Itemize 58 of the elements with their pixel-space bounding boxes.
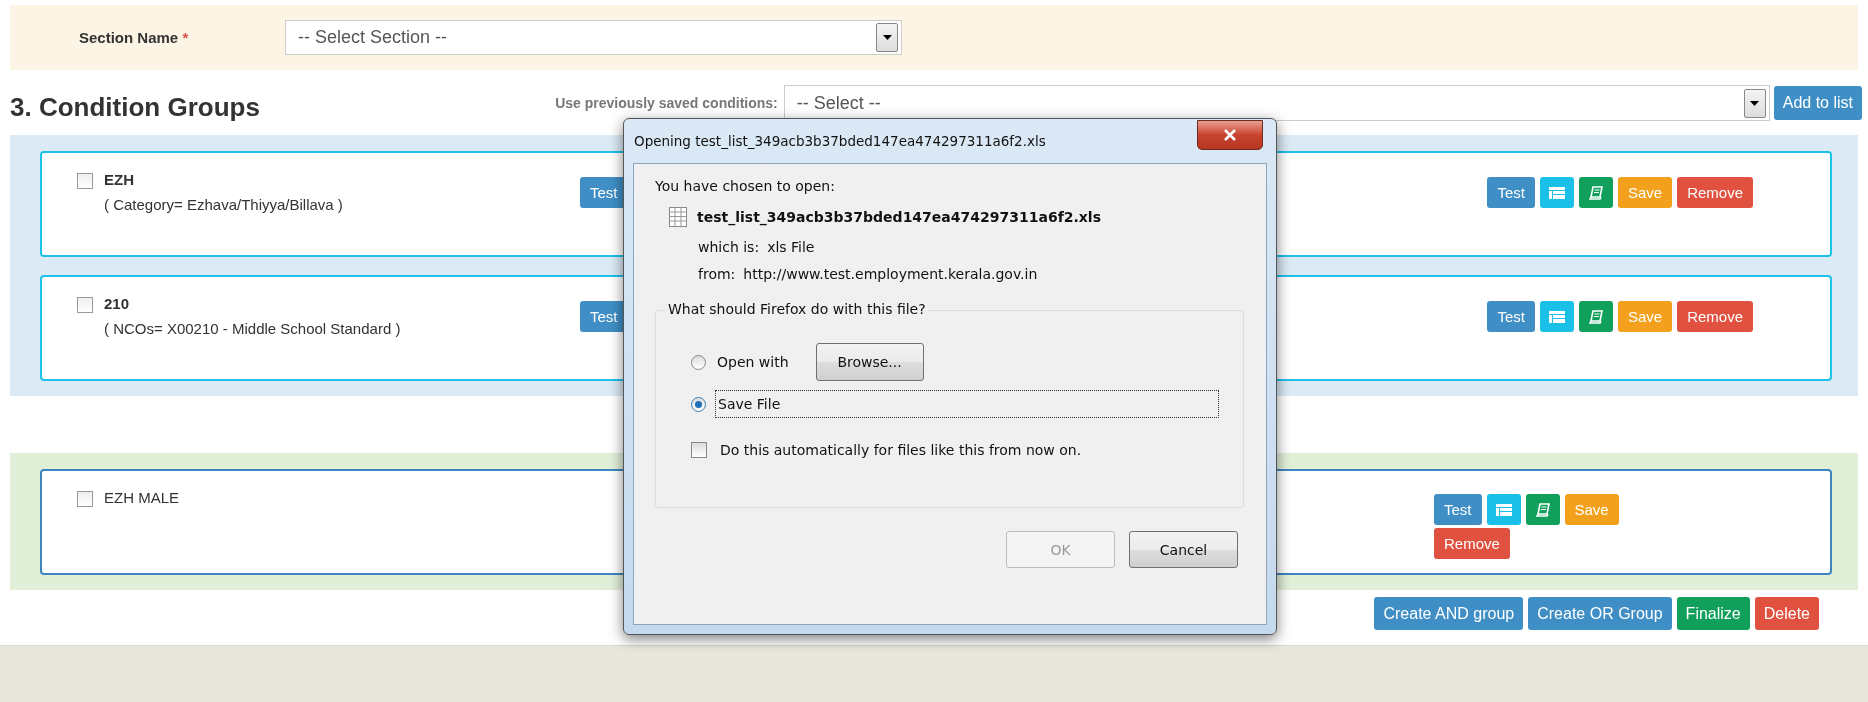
table-icon <box>1495 503 1512 516</box>
section-heading: 3. Condition Groups <box>10 91 260 123</box>
table-button[interactable] <box>1539 177 1574 208</box>
source-label: from: <box>698 266 736 282</box>
checkbox[interactable] <box>77 491 93 507</box>
saved-conditions-select[interactable]: -- Select -- <box>783 85 1770 121</box>
remove-button[interactable]: Remove <box>1677 177 1753 208</box>
action-button[interactable]: Create OR Group <box>1528 597 1672 630</box>
file-type-label: which is: <box>698 239 760 255</box>
table-button[interactable] <box>1486 494 1521 525</box>
action-button[interactable]: Finalize <box>1676 597 1750 630</box>
book-icon <box>1588 185 1603 200</box>
test-button[interactable]: Test <box>1487 177 1535 208</box>
table-button[interactable] <box>1539 301 1574 332</box>
book-button[interactable] <box>1525 494 1560 525</box>
source-url: http://www.test.employment.kerala.gov.in <box>743 266 1038 282</box>
dialog-intro: You have chosen to open: <box>655 178 836 194</box>
spreadsheet-file-icon <box>669 207 687 227</box>
dialog-button[interactable]: Cancel <box>1129 531 1238 568</box>
book-icon <box>1588 309 1603 324</box>
condition-text: ( Category= Ezhava/Thiyya/Billava ) <box>104 196 343 213</box>
radio-button[interactable] <box>691 396 706 412</box>
remember-choice-label[interactable]: Do this automatically for files like this from now on. <box>718 437 1084 463</box>
test-button[interactable]: Test <box>1434 494 1482 525</box>
option-label[interactable]: Open with <box>715 349 791 375</box>
dialog-title: Opening test_list_349acb3b37bded147ea474297311a6f2.xls <box>633 133 1046 149</box>
saved-conditions-label: Use previously saved conditions: <box>555 95 778 111</box>
checkbox[interactable] <box>691 442 707 458</box>
remove-button[interactable]: Remove <box>1677 301 1753 332</box>
file-type-value: xls File <box>767 239 815 255</box>
close-icon <box>1223 129 1237 141</box>
browse-button[interactable]: Browse... <box>815 343 924 381</box>
radio-button[interactable] <box>691 354 706 370</box>
group-legend: What should Firefox do with this file? <box>666 301 928 317</box>
section-name-label: Section Name * <box>78 29 190 46</box>
remove-button[interactable]: Remove <box>1434 528 1510 559</box>
save-button[interactable]: Save <box>1564 494 1619 525</box>
book-button[interactable] <box>1578 301 1613 332</box>
table-icon <box>1548 310 1565 323</box>
test-button[interactable]: Test <box>1487 301 1535 332</box>
condition-text: ( NCOs= X00210 - Middle School Standard ) <box>104 320 401 337</box>
option-label[interactable]: Save File <box>715 390 1219 418</box>
section-select[interactable]: -- Select Section -- <box>285 20 902 55</box>
condition-name: 210 <box>104 295 131 312</box>
condition-name: EZH <box>104 171 135 188</box>
action-button[interactable]: Create AND group <box>1374 597 1524 630</box>
book-icon <box>1535 502 1550 517</box>
action-button[interactable]: Delete <box>1754 597 1819 630</box>
checkbox[interactable] <box>77 173 93 189</box>
save-button[interactable]: Save <box>1617 177 1673 208</box>
save-button[interactable]: Save <box>1617 301 1673 332</box>
table-icon <box>1548 186 1565 199</box>
add-to-list-button[interactable]: Add to list <box>1773 86 1862 120</box>
condition-name: EZH MALE <box>104 489 179 506</box>
checkbox[interactable] <box>77 297 93 313</box>
book-button[interactable] <box>1578 177 1613 208</box>
close-button[interactable] <box>1197 120 1263 150</box>
file-name: test_list_349acb3b37bded147ea474297311a6f2.xls <box>697 209 1101 225</box>
